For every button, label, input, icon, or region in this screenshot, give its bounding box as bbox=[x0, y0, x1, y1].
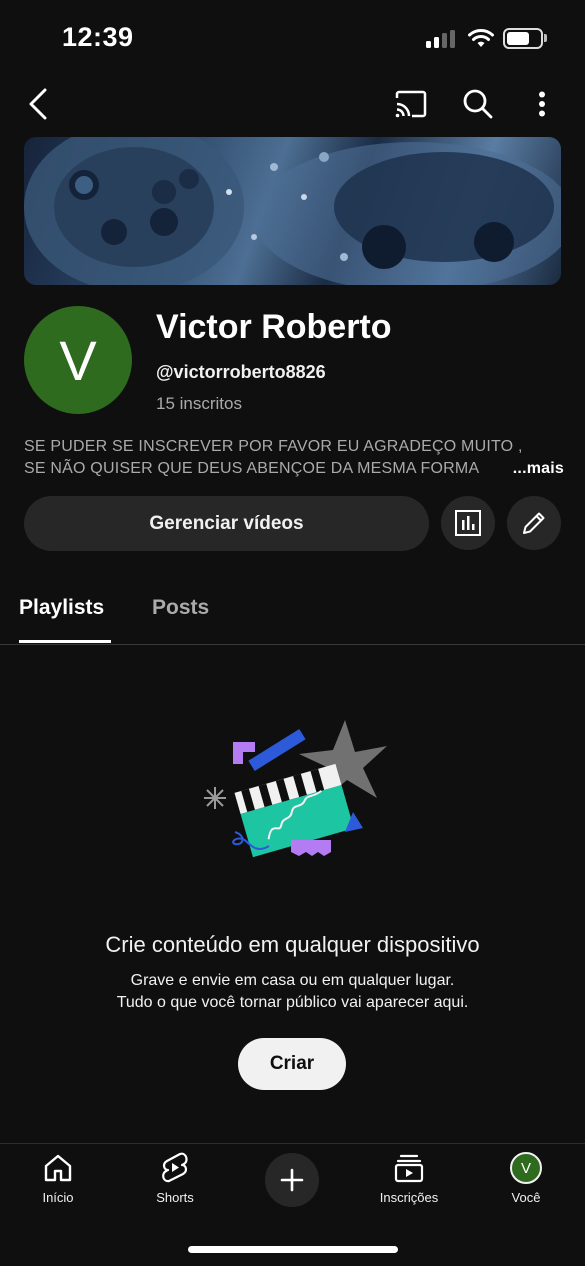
cellular-signal-icon bbox=[426, 30, 458, 48]
more-options-button[interactable] bbox=[528, 84, 556, 124]
nav-subscriptions-label: Inscrições bbox=[379, 1190, 439, 1205]
search-button[interactable] bbox=[458, 84, 498, 124]
description-line-2-container: SE NÃO QUISER QUE DEUS ABENÇOE DA MESMA … bbox=[24, 458, 564, 480]
channel-handle: @victorroberto8826 bbox=[156, 362, 326, 382]
description-line-1: SE PUDER SE INSCREVER POR FAVOR EU AGRAD… bbox=[24, 438, 523, 455]
nav-avatar: V bbox=[510, 1152, 542, 1184]
description-fade bbox=[476, 458, 506, 480]
shorts-icon bbox=[162, 1152, 188, 1183]
channel-banner bbox=[24, 137, 561, 285]
status-bar: 12:39 bbox=[0, 0, 585, 78]
cast-button[interactable] bbox=[390, 84, 432, 124]
bottom-nav-divider bbox=[0, 1143, 585, 1144]
pencil-icon bbox=[523, 512, 545, 534]
channel-avatar[interactable]: V bbox=[24, 306, 132, 414]
empty-state-illustration bbox=[195, 710, 395, 870]
nav-you-label: Você bbox=[511, 1190, 541, 1205]
banner-art bbox=[24, 137, 561, 285]
more-link[interactable]: ...mais bbox=[510, 458, 564, 480]
battery-tip bbox=[544, 34, 547, 42]
tab-playlists[interactable]: Playlists bbox=[19, 596, 104, 620]
battery-icon bbox=[503, 28, 543, 49]
avatar-letter: V bbox=[59, 328, 97, 392]
create-button[interactable]: Criar bbox=[238, 1038, 346, 1090]
tabs-divider bbox=[0, 644, 585, 645]
subscriber-count: 15 inscritos bbox=[156, 394, 242, 413]
plus-icon bbox=[280, 1168, 304, 1192]
empty-state-text-1: Grave e envie em casa ou em qualquer lug… bbox=[130, 972, 455, 989]
nav-home-label: Início bbox=[42, 1190, 74, 1205]
description-line-2: SE NÃO QUISER QUE DEUS ABENÇOE DA MESMA … bbox=[24, 460, 480, 477]
subscriptions-icon bbox=[394, 1154, 424, 1183]
edit-channel-button[interactable] bbox=[507, 496, 561, 550]
manage-videos-button[interactable]: Gerenciar vídeos bbox=[24, 496, 429, 551]
nav-subscriptions[interactable]: Inscrições bbox=[359, 1150, 459, 1210]
stats-icon bbox=[455, 510, 481, 536]
nav-shorts[interactable]: Shorts bbox=[125, 1150, 225, 1210]
empty-state-text-2: Tudo o que você tornar público vai apare… bbox=[116, 994, 469, 1011]
home-icon bbox=[44, 1154, 72, 1182]
tab-posts[interactable]: Posts bbox=[152, 596, 209, 620]
status-time: 12:39 bbox=[62, 22, 134, 52]
search-icon bbox=[463, 89, 493, 119]
channel-name: Victor Roberto bbox=[156, 308, 392, 346]
empty-state-title: Crie conteúdo em qualquer dispositivo bbox=[105, 932, 480, 957]
nav-you[interactable]: V Você bbox=[476, 1150, 576, 1210]
back-button[interactable] bbox=[20, 84, 56, 124]
nav-home[interactable]: Início bbox=[8, 1150, 108, 1210]
nav-create-button[interactable] bbox=[265, 1153, 319, 1207]
wifi-icon bbox=[468, 28, 494, 53]
active-tab-indicator bbox=[19, 640, 111, 643]
analytics-button[interactable] bbox=[441, 496, 495, 550]
cast-icon bbox=[395, 90, 427, 118]
more-vert-icon bbox=[539, 91, 545, 117]
channel-description[interactable]: SE PUDER SE INSCREVER POR FAVOR EU AGRAD… bbox=[24, 436, 564, 480]
back-icon bbox=[29, 88, 47, 120]
nav-shorts-label: Shorts bbox=[156, 1190, 194, 1205]
home-indicator bbox=[188, 1246, 398, 1253]
